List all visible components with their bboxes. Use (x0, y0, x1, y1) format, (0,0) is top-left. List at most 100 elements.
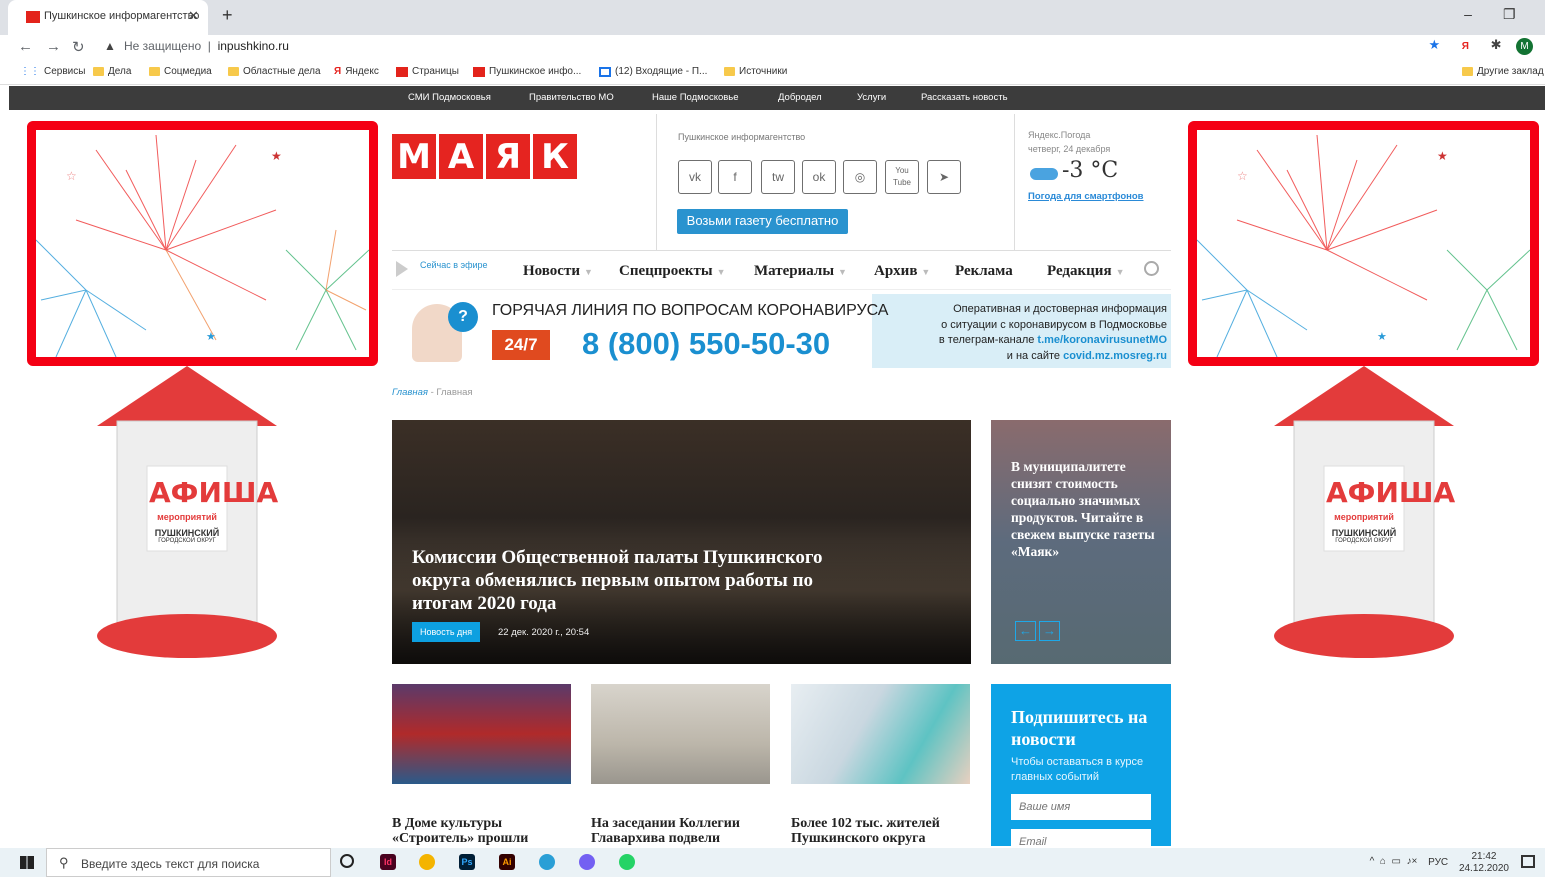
weather-smartphones-link[interactable]: Погода для смартфонов (1028, 191, 1144, 202)
news-card-image[interactable] (392, 684, 571, 784)
side-story-title[interactable]: В муниципалитете снизят стоимость социал… (1011, 458, 1159, 560)
folder-icon (1462, 67, 1473, 76)
search-icon[interactable] (1144, 261, 1159, 276)
telegram-link[interactable]: t.me/koronavirusunetMO (1037, 334, 1167, 346)
windows-start-icon[interactable] (20, 856, 34, 869)
covid-site-link[interactable]: covid.mz.mosreg.ru (1063, 350, 1167, 362)
whatsapp-icon[interactable] (619, 854, 635, 870)
weather-source[interactable]: Яндекс.Погода четверг, 24 декабря (1028, 128, 1110, 156)
bookmark-folder[interactable]: Источники (724, 66, 787, 77)
menu-item-special[interactable]: Спецпроекты ▼ (619, 263, 726, 280)
cortana-icon[interactable] (340, 854, 354, 868)
banner-badge: 24/7 (492, 330, 550, 360)
bookmark-folder[interactable]: Областные дела (228, 66, 321, 77)
warning-icon[interactable]: ▲ (104, 39, 116, 53)
mail-icon (599, 66, 611, 77)
arrow-left-icon[interactable]: ← (1015, 621, 1036, 641)
twitter-icon[interactable]: tw (761, 160, 795, 194)
language-indicator[interactable]: РУС (1428, 857, 1448, 869)
menu-item-editorial[interactable]: Редакция ▼ (1047, 263, 1124, 280)
close-tab-icon[interactable]: ✕ (188, 8, 199, 24)
instagram-icon[interactable]: ◎ (843, 160, 877, 194)
profile-avatar[interactable]: M (1516, 38, 1533, 55)
browser-tab[interactable]: Пушкинское информагентство ✕ (8, 0, 208, 35)
topnav-link[interactable]: Добродел (778, 92, 822, 103)
topnav-link[interactable]: Наше Подмосковье (652, 92, 739, 103)
bookmark-apps[interactable]: ⋮⋮ Сервисы (20, 66, 85, 77)
bookmark-folder[interactable]: Соцмедиа (149, 66, 212, 77)
side-story[interactable]: В муниципалитете снизят стоимость социал… (991, 420, 1171, 664)
taskbar-search[interactable]: ⚲ Введите здесь текст для поиска (46, 848, 331, 877)
bookmark-item[interactable]: (12) Входящие - П... (599, 66, 707, 77)
news-card-title[interactable]: На заседании Коллегии Главархива подвели (591, 816, 770, 846)
afisha-ad-left[interactable]: АФИША мероприятий ПУШКИНСКИЙ ГОРОДСКОЙ О… (87, 366, 287, 686)
telegram-icon[interactable]: ➤ (927, 160, 961, 194)
system-tray[interactable]: ^ ⌂ ▭ ♪× РУС 21:42 24.12.2020 (1370, 851, 1509, 875)
facebook-icon[interactable]: f (718, 160, 752, 194)
fireworks-ad-left[interactable]: ★ ☆ ★ (27, 121, 378, 366)
chrome-icon[interactable] (419, 854, 435, 870)
afisha-ad-right[interactable]: АФИША мероприятий ПУШКИНСКИЙ ГОРОДСКОЙ О… (1264, 366, 1464, 686)
forward-icon[interactable]: → (46, 38, 61, 55)
yandex-icon[interactable]: Я (1462, 41, 1469, 52)
youtube-icon[interactable]: You Tube (885, 160, 919, 194)
news-of-day-badge[interactable]: Новость дня (412, 622, 481, 642)
topnav-link[interactable]: Рассказать новость (921, 92, 1008, 103)
bookmark-yandex[interactable]: Я Яндекс (334, 66, 379, 77)
reload-icon[interactable]: ↻ (72, 38, 85, 56)
fireworks-ad-right[interactable]: ★ ☆ ★ (1188, 121, 1539, 366)
indesign-icon[interactable]: Id (380, 854, 396, 870)
bookmark-folder[interactable]: Дела (93, 66, 131, 77)
hotline-phone[interactable]: 8 (800) 550-50-30 (582, 326, 830, 362)
weather-source-label: Яндекс.Погода (1028, 130, 1091, 140)
odnoklassniki-icon[interactable]: ok (802, 160, 836, 194)
svg-text:☆: ☆ (66, 169, 77, 183)
extensions-icon[interactable]: ✱ (1491, 37, 1502, 52)
photoshop-icon[interactable]: Ps (459, 854, 475, 870)
topnav-link[interactable]: СМИ Подмосковья (408, 92, 491, 103)
hero-story[interactable]: Комиссии Общественной палаты Пушкинского… (392, 420, 971, 664)
cloud-icon (1030, 168, 1058, 180)
on-air-link[interactable]: Сейчас в эфире (420, 260, 488, 270)
illustrator-icon[interactable]: Ai (499, 854, 515, 870)
play-icon[interactable] (396, 261, 408, 277)
afisha-kiosk-image (97, 366, 277, 658)
news-card-image[interactable] (791, 684, 970, 784)
news-card-title[interactable]: В Доме культуры «Строитель» прошли (392, 816, 571, 846)
site-logo[interactable]: М А Я К (392, 134, 577, 179)
notifications-icon[interactable] (1521, 855, 1535, 868)
logo-letter: К (533, 134, 577, 179)
back-icon[interactable]: ← (18, 38, 33, 55)
url-field[interactable]: Не защищено | inpushkino.ru (124, 39, 289, 53)
tray-icons[interactable]: ^ ⌂ ▭ ♪× (1370, 856, 1418, 868)
menu-item-materials[interactable]: Материалы ▼ (754, 263, 847, 280)
news-card-title[interactable]: Более 102 тыс. жителей Пушкинского округ… (791, 816, 970, 846)
name-field[interactable] (1011, 794, 1151, 820)
email-field[interactable] (1011, 829, 1151, 846)
vk-icon[interactable]: vk (678, 160, 712, 194)
window-controls[interactable]: – ❐ (1464, 6, 1535, 23)
bookmark-label: Пушкинское инфо... (489, 66, 582, 77)
viber-icon[interactable] (579, 854, 595, 870)
menu-item-archive[interactable]: Архив ▼ (874, 263, 930, 280)
menu-item-ads[interactable]: Реклама (955, 263, 1013, 280)
telegram-icon[interactable] (539, 854, 555, 870)
new-tab-button[interactable]: + (222, 5, 233, 26)
menu-item-news[interactable]: Новости ▼ (523, 263, 593, 280)
hero-title[interactable]: Комиссии Общественной палаты Пушкинского… (412, 546, 842, 615)
arrow-right-icon[interactable]: → (1039, 621, 1060, 641)
minimize-icon[interactable]: – (1464, 6, 1472, 22)
clock[interactable]: 21:42 24.12.2020 (1459, 851, 1509, 875)
topnav-link[interactable]: Правительство МО (529, 92, 614, 103)
news-card-image[interactable] (591, 684, 770, 784)
star-icon[interactable]: ★ (1428, 37, 1440, 52)
bookmark-item[interactable]: Пушкинское инфо... (473, 66, 581, 77)
topnav-link[interactable]: Услуги (857, 92, 886, 103)
other-bookmarks[interactable]: Другие заклад (1462, 66, 1544, 77)
bookmark-item[interactable]: Страницы (396, 66, 459, 77)
menu-label: Материалы (754, 263, 835, 279)
covid-hotline-banner[interactable]: ? ГОРЯЧАЯ ЛИНИЯ ПО ВОПРОСАМ КОРОНАВИРУСА… (392, 294, 1171, 368)
restore-icon[interactable]: ❐ (1503, 6, 1516, 22)
breadcrumb-home[interactable]: Главная (392, 387, 428, 398)
free-newspaper-button[interactable]: Возьми газету бесплатно (677, 209, 848, 234)
